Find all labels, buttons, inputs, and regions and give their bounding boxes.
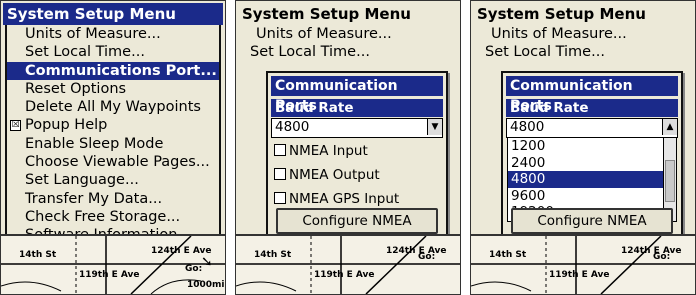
menu-item-popup-help[interactable]: ☒ Popup Help [7,116,219,134]
menu-item-check-free-storage[interactable]: Check Free Storage... [7,208,219,226]
map-distance-label: 1000mi [187,280,225,290]
checkbox-label: NMEA GPS Input [289,191,400,207]
map-street-label: 119th E Ave [314,270,375,280]
baud-rate-select[interactable]: 4800 ▲ [506,118,678,138]
checkbox-label: NMEA Output [289,167,380,183]
baud-option-2400[interactable]: 2400 [508,155,676,172]
screen-communication-ports: System Setup Menu Units of Measure... Se… [235,0,461,295]
map-go-label: Go: [418,252,436,262]
checkbox-icon[interactable] [274,192,286,204]
background-menu: Units of Measure... Set Local Time... [475,25,691,62]
configure-nmea-button[interactable]: Configure NMEA [276,208,438,234]
background-menu: Units of Measure... Set Local Time... [240,25,456,62]
dialog-title: Communication Ports [506,76,678,114]
map-roads-icon [471,236,695,294]
nmea-input-checkbox[interactable]: NMEA Input [274,139,446,163]
baud-option-4800[interactable]: 4800 [508,171,676,188]
menu-item-choose-viewable-pages[interactable]: Choose Viewable Pages... [7,153,219,171]
popup-help-checkbox[interactable]: ☒ [10,120,21,132]
menu-title: System Setup Menu [3,3,223,25]
chevron-down-icon[interactable]: ▼ [427,119,442,135]
popup-help-label: Popup Help [25,117,108,134]
menu-item-set-local-time: Set Local Time... [250,44,370,61]
map-background: 14th St 119th E Ave 124th E Ave Go: ➘ 10… [1,234,225,294]
menu-title: System Setup Menu [242,5,411,23]
menu-item-set-local-time: Set Local Time... [485,44,605,61]
menu-item-delete-all-waypoints[interactable]: Delete All My Waypoints [7,98,219,116]
map-street-label: 14th St [19,250,57,260]
map-street-label: 124th E Ave [386,246,447,256]
map-roads-icon [236,236,460,294]
baud-rate-value: 4800 [275,119,310,135]
communication-ports-dialog: Communication Ports Baud Rate 4800 ▲ 120… [501,71,683,240]
menu-item-enable-sleep-mode[interactable]: Enable Sleep Mode [7,135,219,153]
baud-rate-value: 4800 [510,119,545,135]
menu-title: System Setup Menu [477,5,646,23]
menu-item-units-of-measure: Units of Measure... [491,26,627,42]
map-background: 14th St 119th E Ave 124th E Ave Go: [236,234,460,294]
baud-option-1200[interactable]: 1200 [508,138,676,155]
dialog-title: Communication Ports [271,76,443,114]
map-background: 14th St 119th E Ave 124th E Ave Go: [471,234,695,294]
screen-baud-rate-dropdown: System Setup Menu Units of Measure... Se… [470,0,696,295]
baud-rate-section: Baud Rate [506,99,678,117]
menu-item-transfer-my-data[interactable]: Transfer My Data... [7,190,219,208]
map-street-label: 14th St [489,250,527,260]
menu-item-set-language[interactable]: Set Language... [7,171,219,189]
chevron-up-icon[interactable]: ▲ [662,119,677,135]
map-go-label: Go: [653,252,671,262]
menu-item-reset-options[interactable]: Reset Options [7,80,219,98]
baud-option-9600[interactable]: 9600 [508,188,676,205]
configure-nmea-button[interactable]: Configure NMEA [511,208,673,234]
system-setup-menu: Units of Measure... Set Local Time... Co… [5,25,221,247]
scrollbar-thumb[interactable] [665,160,675,202]
menu-item-set-local-time[interactable]: Set Local Time... [7,43,219,61]
communication-ports-dialog: Communication Ports Baud Rate 4800 ▼ NME… [266,71,448,240]
screen-system-setup-menu: System Setup Menu Units of Measure... Se… [0,0,226,295]
menu-item-units-of-measure[interactable]: Units of Measure... [7,25,219,43]
menu-item-units-of-measure: Units of Measure... [256,26,392,42]
checkbox-label: NMEA Input [289,143,368,159]
baud-rate-section: Baud Rate [271,99,443,117]
map-street-label: 14th St [254,250,292,260]
map-go-label: Go: [185,264,203,274]
checkbox-icon[interactable] [274,144,286,156]
navigation-arrow-icon: ➘ [201,254,213,270]
checkbox-icon[interactable] [274,168,286,180]
map-street-label: 124th E Ave [621,246,682,256]
baud-rate-select[interactable]: 4800 ▼ [271,118,443,138]
map-street-label: 119th E Ave [79,270,140,280]
map-street-label: 119th E Ave [549,270,610,280]
menu-item-communications-port[interactable]: Communications Port... [7,61,219,80]
nmea-output-checkbox[interactable]: NMEA Output [274,163,446,187]
